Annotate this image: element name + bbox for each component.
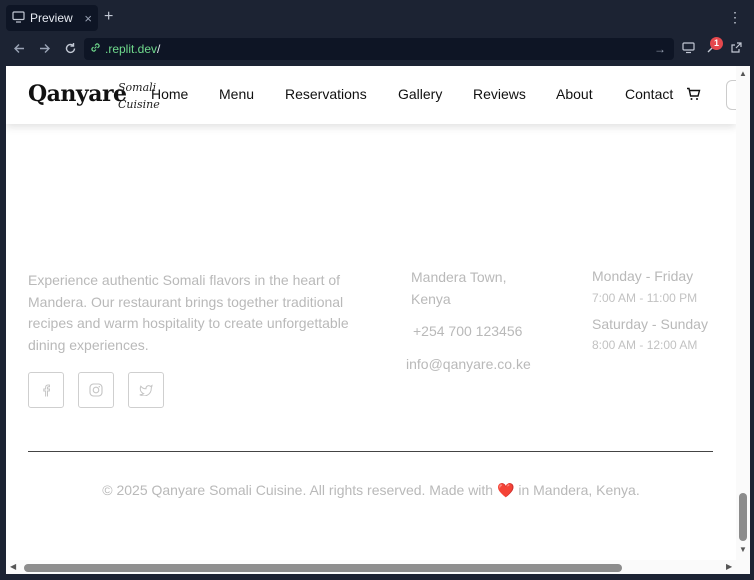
copyright-location: in Mandera, Kenya.	[518, 482, 640, 498]
hours-day-weekday: Monday - Friday	[592, 268, 694, 284]
vertical-scrollbar[interactable]	[736, 66, 750, 560]
scroll-up-arrow-icon[interactable]: ▲	[739, 69, 747, 78]
url-domain: .replit.dev	[105, 42, 158, 56]
url-bar[interactable]: .replit.dev / →	[84, 38, 674, 60]
header-button[interactable]	[726, 80, 736, 110]
scroll-left-arrow-icon[interactable]: ◀	[10, 562, 16, 571]
new-tab-button[interactable]: +	[104, 9, 113, 25]
more-menu-icon[interactable]: ⋮	[728, 10, 742, 24]
scroll-right-arrow-icon[interactable]: ▶	[726, 562, 732, 571]
heart-icon: ❤️	[497, 482, 515, 498]
footer-divider	[28, 451, 713, 452]
twitter-icon[interactable]	[128, 372, 164, 408]
nav-about[interactable]: About	[556, 86, 593, 102]
facebook-icon[interactable]	[28, 372, 64, 408]
tab-preview[interactable]: Preview ×	[6, 5, 98, 31]
scroll-down-arrow-icon[interactable]: ▼	[739, 545, 747, 554]
hours-time-weekday: 7:00 AM - 11:00 PM	[592, 291, 698, 305]
instagram-icon[interactable]	[78, 372, 114, 408]
browser-toolbar: .replit.dev / →	[0, 36, 754, 64]
nav-menu[interactable]: Menu	[219, 86, 254, 102]
nav-home[interactable]: Home	[151, 86, 188, 102]
phone[interactable]: +254 700 123456	[413, 320, 522, 342]
tab-label: Preview	[30, 11, 73, 25]
horizontal-scroll-thumb[interactable]	[24, 564, 622, 572]
close-tab-icon[interactable]: ×	[84, 11, 92, 26]
hours-day-weekend: Saturday - Sunday	[592, 316, 708, 332]
nav-reservations[interactable]: Reservations	[285, 86, 367, 102]
copyright: © 2025 Qanyare Somali Cuisine. All right…	[6, 482, 736, 499]
devices-icon[interactable]	[682, 41, 695, 57]
url-path: /	[157, 42, 161, 56]
link-icon	[90, 42, 101, 56]
cart-icon[interactable]	[686, 87, 701, 104]
nav-reviews[interactable]: Reviews	[473, 86, 526, 102]
browser-tabbar: Preview × + ⋮	[0, 0, 754, 36]
vertical-scroll-thumb[interactable]	[739, 493, 747, 541]
nav-contact[interactable]: Contact	[625, 86, 673, 102]
page-viewport: Qanyare Somali Cuisine Home Menu Reserva…	[6, 66, 736, 560]
back-arrow-icon[interactable]	[13, 41, 26, 59]
nav-gallery[interactable]: Gallery	[398, 86, 442, 102]
email[interactable]: info@qanyare.co.ke	[406, 353, 531, 375]
site-header: Qanyare Somali Cuisine Home Menu Reserva…	[6, 66, 736, 124]
address: Mandera Town, Kenya	[411, 266, 506, 310]
open-external-icon[interactable]	[730, 41, 743, 57]
site-logo[interactable]: Qanyare	[28, 81, 127, 107]
address-line2: Kenya	[411, 291, 451, 307]
footer-about-text: Experience authentic Somali flavors in t…	[28, 272, 349, 353]
go-arrow-icon[interactable]: →	[654, 42, 666, 56]
hours-time-weekend: 8:00 AM - 12:00 AM	[592, 338, 698, 352]
monitor-icon	[12, 10, 25, 26]
copyright-text: © 2025 Qanyare Somali Cuisine. All right…	[102, 482, 494, 498]
forward-arrow-icon[interactable]	[38, 41, 51, 59]
notification-badge: 1	[710, 37, 723, 50]
address-line1: Mandera Town,	[411, 269, 507, 285]
reload-icon[interactable]	[64, 41, 77, 59]
